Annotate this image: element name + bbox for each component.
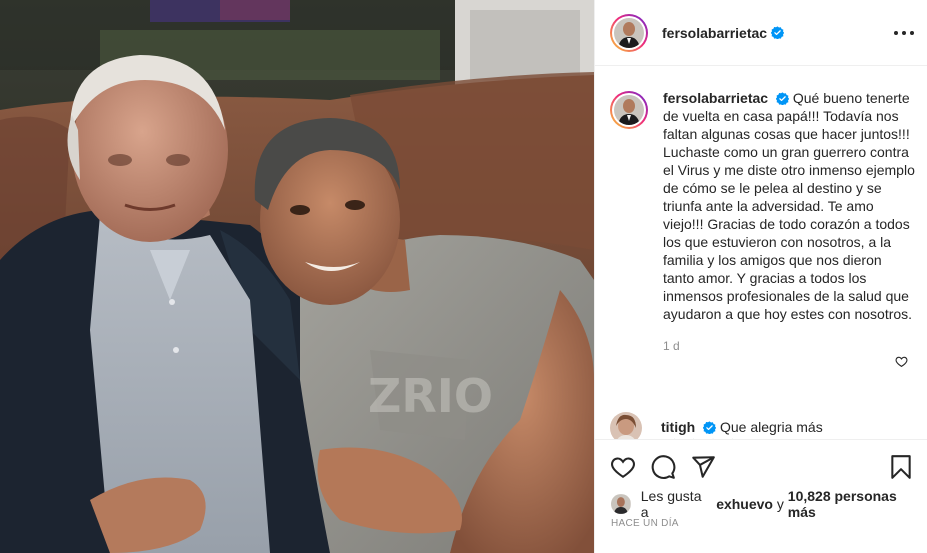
caption-timestamp[interactable]: 1 d <box>663 337 915 355</box>
likes-first-user[interactable]: exhuevo <box>716 496 773 512</box>
commenter-username[interactable]: titigh <box>661 419 695 435</box>
caption-body: fersolabarrietac Qué bueno tenerte de vu… <box>663 89 915 355</box>
heart-icon[interactable] <box>610 454 636 480</box>
likes-summary: Les gusta a exhuevo y 10,828 personas má… <box>611 488 927 520</box>
comment-body: titigh Que alegria más 👏👏👏👏❤❤❤❤ <box>661 418 881 439</box>
caption-text: Qué bueno tenerte de vuelta en casa papá… <box>663 90 915 322</box>
likes-count[interactable]: 10,828 personas más <box>788 488 927 520</box>
post-side-panel: fersolabarrietac fersolabarrietac Qué bu… <box>594 0 927 553</box>
caption-author-avatar[interactable] <box>610 91 648 129</box>
post-photo[interactable]: ZRIO <box>0 0 594 553</box>
verified-badge-icon <box>775 92 789 105</box>
svg-text:ZRIO: ZRIO <box>368 369 493 423</box>
post-image: ZRIO <box>0 0 594 553</box>
likes-prefix: Les gusta a <box>640 488 702 520</box>
comment-text: Que alegria más <box>720 419 823 435</box>
comment-bubble-icon[interactable] <box>650 454 676 480</box>
comment-item: titigh Que alegria más 👏👏👏👏❤❤❤❤ <box>610 412 915 439</box>
comments-area[interactable]: fersolabarrietac Qué bueno tenerte de vu… <box>595 67 927 439</box>
avatar-image <box>614 17 644 48</box>
action-bar <box>595 439 927 491</box>
commenter-avatar[interactable] <box>610 412 642 439</box>
comment-like-heart-icon[interactable] <box>895 355 908 368</box>
verified-badge-icon <box>703 421 717 434</box>
bookmark-icon[interactable] <box>888 454 914 480</box>
paper-plane-icon[interactable] <box>690 454 716 480</box>
post-header: fersolabarrietac <box>595 0 927 66</box>
more-options-icon[interactable] <box>894 24 914 42</box>
author-avatar[interactable] <box>610 13 648 52</box>
post-date[interactable]: Hace un día <box>611 518 679 529</box>
post-caption: fersolabarrietac Qué bueno tenerte de vu… <box>610 89 915 355</box>
verified-badge-icon <box>771 26 785 39</box>
caption-username[interactable]: fersolabarrietac <box>663 90 768 106</box>
likes-joiner: y <box>776 496 784 512</box>
instagram-post: ZRIO fersolabarrietac fersolabarrietac Q… <box>0 0 927 553</box>
author-username[interactable]: fersolabarrietac <box>662 25 767 41</box>
avatar-image <box>614 95 644 125</box>
liker-avatar[interactable] <box>611 494 631 514</box>
